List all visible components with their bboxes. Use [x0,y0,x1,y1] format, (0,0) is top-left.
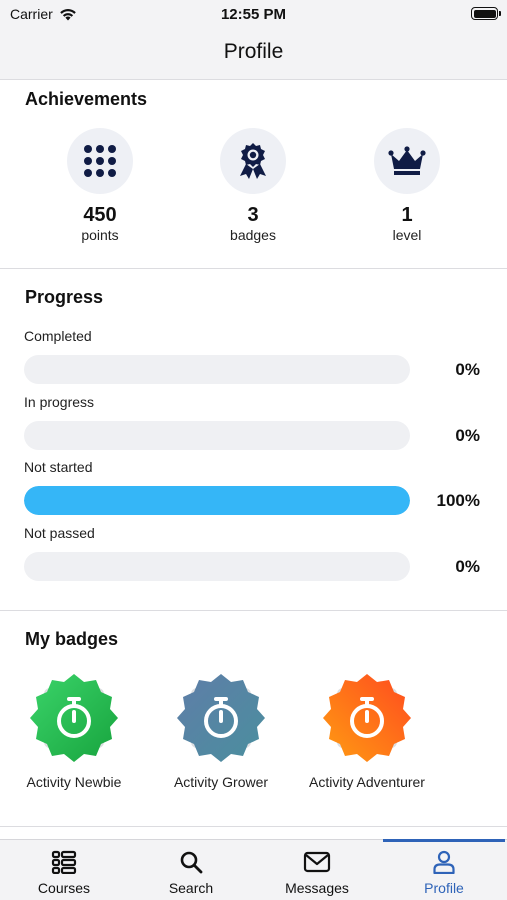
progress-percent-not-passed: 0% [455,557,480,576]
badges-label: badges [230,227,276,243]
progress-fill [24,486,410,515]
divider [0,826,507,827]
badge-activity-adventurer[interactable]: Activity Adventurer [302,672,432,790]
achievement-level: 1 level [347,128,467,243]
badge-label: Activity Newbie [26,774,122,790]
battery-icon [471,7,501,20]
tab-label: Messages [285,880,349,896]
progress-label-completed: Completed [24,328,92,344]
page-title: Profile [223,40,284,63]
tab-courses[interactable]: Courses [1,840,127,900]
tab-profile[interactable]: Profile [381,840,507,900]
search-icon [180,851,203,874]
tab-label: Profile [424,880,464,896]
active-tab-indicator [383,839,505,842]
badge-activity-grower[interactable]: Activity Grower [156,672,286,790]
nav-bar: Profile [0,28,507,80]
crown-icon [388,146,426,175]
progress-label-not-passed: Not passed [24,525,95,541]
progress-title: Progress [25,287,104,307]
stopwatch-icon [177,674,265,762]
my-badges-title: My badges [25,629,119,649]
progress-percent-not-started: 100% [436,491,480,510]
points-value: 450 [83,204,117,226]
achievement-points: 450 points [40,128,160,243]
badges-value: 3 [247,204,259,226]
user-icon [433,850,455,874]
tab-search[interactable]: Search [128,840,254,900]
progress-bar-completed [24,355,410,384]
status-bar: Carrier 12:55 PM [0,0,507,28]
tab-messages[interactable]: Messages [254,840,380,900]
progress-bar-not-passed [24,552,410,581]
divider [0,610,507,611]
status-time: 12:55 PM [220,6,287,23]
tab-bar: Courses Search Messages Profile [0,839,507,900]
progress-label-not-started: Not started [24,459,93,475]
envelope-icon [303,851,331,873]
stopwatch-icon [30,674,118,762]
points-label: points [81,227,119,243]
badge-activity-newbie[interactable]: Activity Newbie [9,672,139,790]
stopwatch-icon [323,674,411,762]
achievements-title: Achievements [25,89,148,109]
grid-dots-icon [84,145,116,177]
progress-percent-in-progress: 0% [455,426,480,445]
progress-bar-not-started [24,486,410,515]
badge-label: Activity Adventurer [309,774,425,790]
tab-label: Courses [37,880,91,896]
divider [0,268,507,269]
progress-bar-in-progress [24,421,410,450]
tab-label: Search [168,880,214,896]
badge-label: Activity Grower [173,774,269,790]
progress-percent-completed: 0% [455,360,480,379]
achievement-badges: 3 badges [193,128,313,243]
award-ribbon-icon [240,143,266,179]
progress-label-in-progress: In progress [24,394,95,410]
level-label: level [392,227,422,243]
level-value: 1 [401,204,413,226]
courses-list-icon [51,850,77,874]
